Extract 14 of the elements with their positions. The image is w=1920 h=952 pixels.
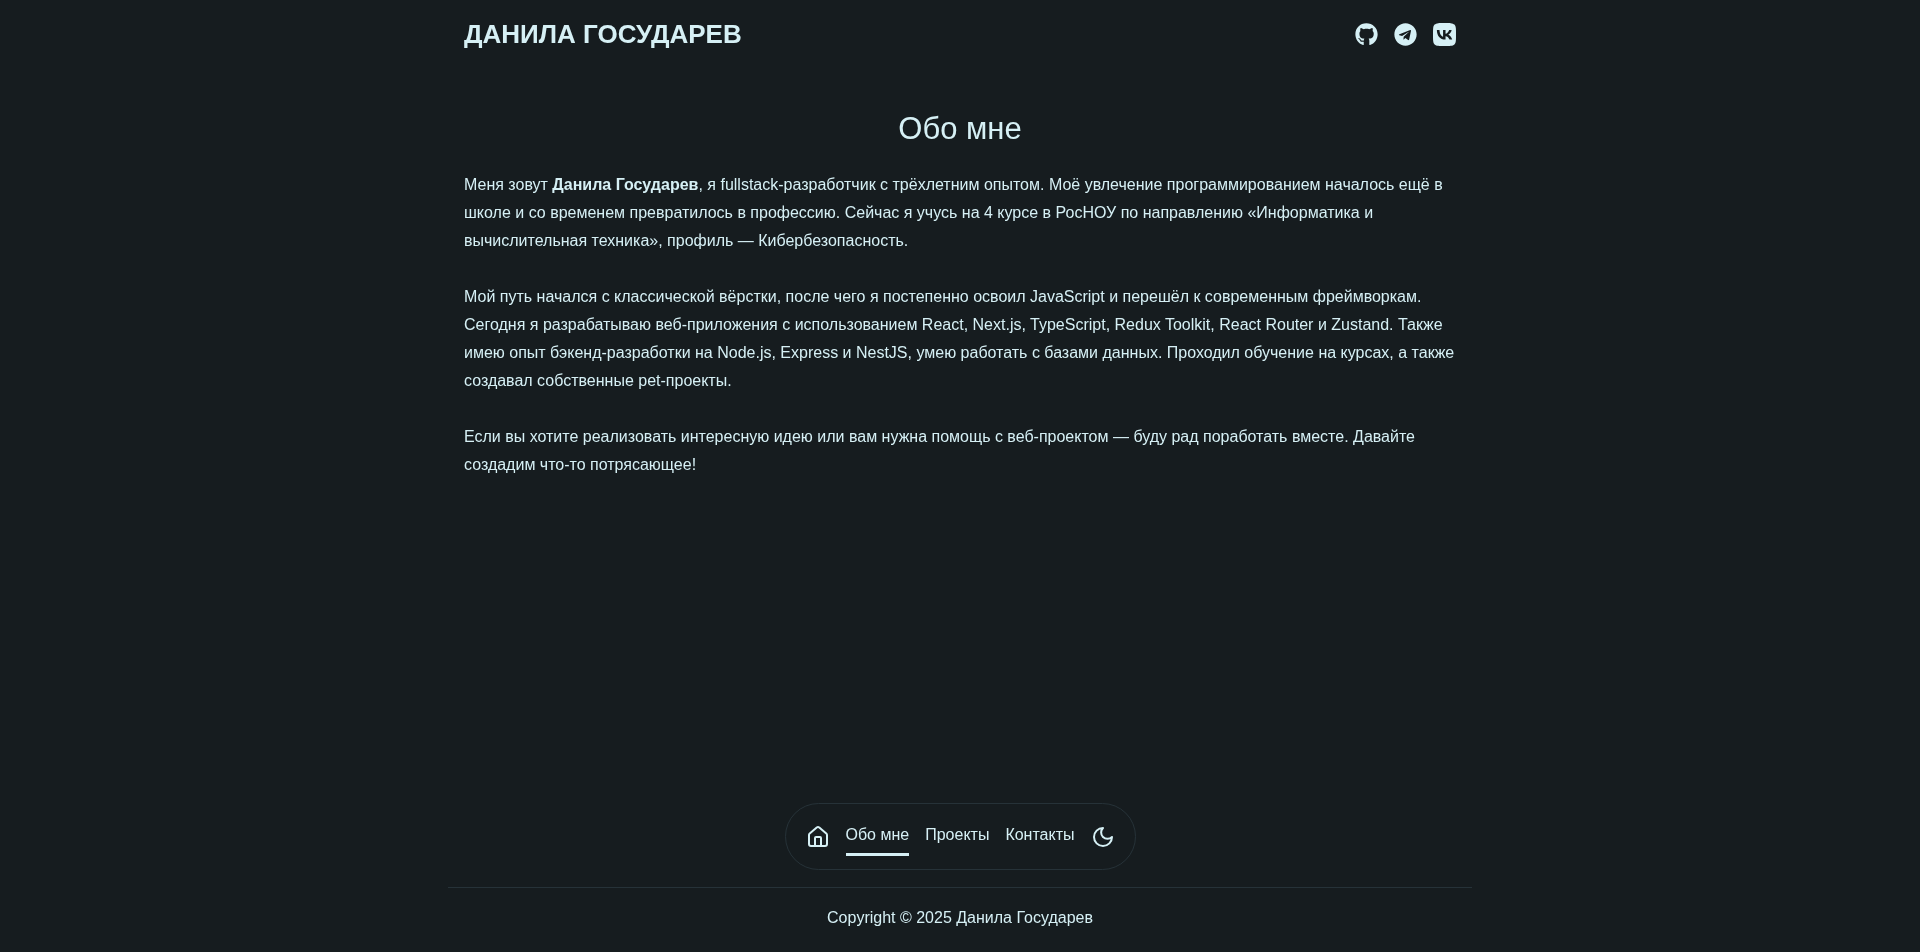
github-link[interactable] <box>1355 23 1378 46</box>
paragraph: Меня зовут Данила Государев, я fullstack-разработчик с трёхлетним опытом. Моё увлечение программированием началось ещё в школе и со временем превратилось в профессию. Сейчас я учусь на 4 курсе в РосНОУ по направлению «Информатика и вычислительная техника», профиль — Кибербезопасность. <box>464 174 1444 251</box>
theme-toggle-icon <box>1090 824 1115 849</box>
copyright-text: Copyright © 2025 Данила Государев <box>827 909 1093 926</box>
paragraph: Если вы хотите реализовать интересную идею или вам нужна помощь с веб-проектом — буду рад поработать вместе. Давайте создадим что-то потрясающее! <box>464 426 1416 475</box>
paragraph: Мой путь начался с классической вёрстки, после чего я постепенно освоил JavaScript и перешёл к современным фреймворкам. Сегодня я разрабатываю веб-приложения с использованием React, Next.js, TypeScript, Redux Toolkit, React Router и Zustand. Также имею опыт бэкенд-разработки на Node.js, Express и NestJS, умею работать с базами данных. Проходил обучение на курсах, а также создавал собственные pet-проекты. <box>464 286 1456 391</box>
nav-link[interactable]: Контакты <box>1005 817 1075 856</box>
site-title: ДАНИЛА ГОСУДАРЕВ <box>464 18 742 51</box>
vk-link[interactable] <box>1433 23 1456 46</box>
nav-link[interactable]: Проекты <box>925 817 990 856</box>
page-heading: Обо мне <box>897 110 1023 148</box>
home-icon <box>805 824 830 849</box>
telegram-link[interactable] <box>1394 23 1417 46</box>
nav-link[interactable]: Обо мне <box>845 817 910 856</box>
